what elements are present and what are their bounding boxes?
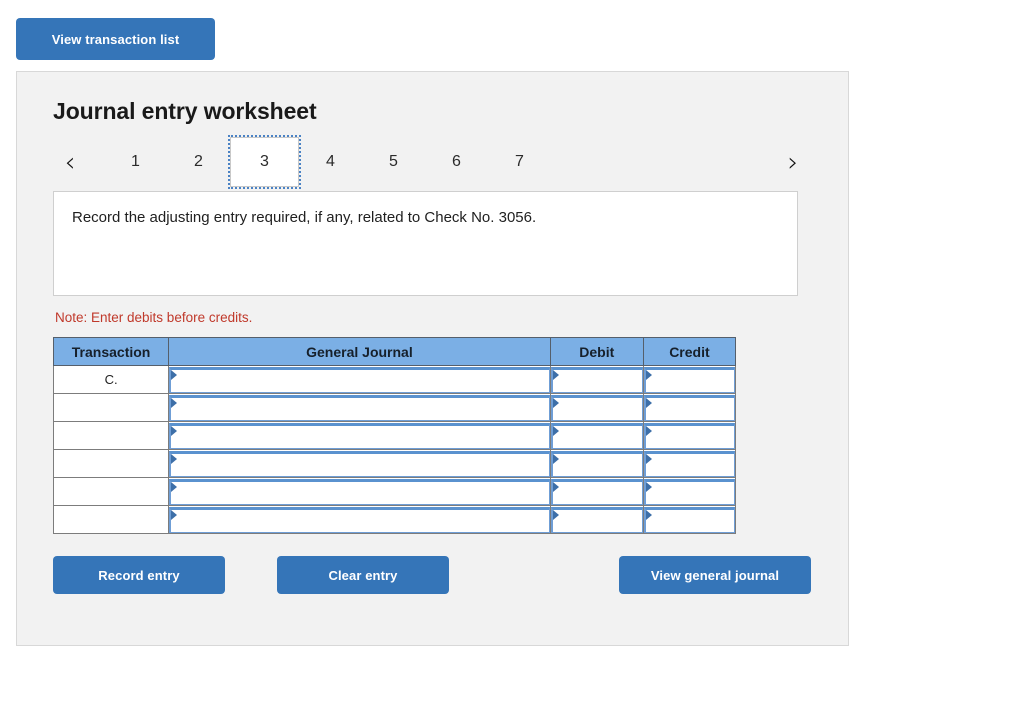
debit-cell[interactable] bbox=[549, 365, 644, 394]
general-journal-input[interactable] bbox=[169, 478, 550, 505]
record-entry-button[interactable]: Record entry bbox=[53, 556, 225, 594]
chevron-left-icon[interactable]: ‹ bbox=[53, 140, 87, 184]
debit-cell[interactable] bbox=[549, 421, 644, 450]
transaction-label: C. bbox=[52, 365, 170, 394]
transaction-label bbox=[52, 449, 170, 478]
table-row bbox=[52, 477, 737, 506]
card-content: Journal entry worksheet ‹ 1 2 3 4 5 6 7 … bbox=[17, 72, 848, 594]
general-journal-input[interactable] bbox=[169, 450, 550, 477]
table-row bbox=[52, 421, 737, 450]
transaction-label bbox=[52, 477, 170, 506]
debit-cell[interactable] bbox=[549, 393, 644, 422]
debit-input[interactable] bbox=[550, 478, 643, 505]
debit-cell[interactable] bbox=[549, 449, 644, 478]
pager-page-5[interactable]: 5 bbox=[362, 140, 425, 184]
clear-entry-button[interactable]: Clear entry bbox=[277, 556, 449, 594]
debit-input[interactable] bbox=[550, 506, 643, 533]
top-bar: View transaction list bbox=[0, 0, 1020, 60]
credit-cell[interactable] bbox=[642, 365, 737, 394]
credit-cell[interactable] bbox=[642, 449, 737, 478]
credit-input[interactable] bbox=[643, 450, 735, 477]
credit-cell[interactable] bbox=[642, 421, 737, 450]
credit-input[interactable] bbox=[643, 366, 735, 393]
general-journal-cell[interactable] bbox=[168, 393, 551, 422]
general-journal-input[interactable] bbox=[169, 394, 550, 421]
general-journal-input[interactable] bbox=[169, 422, 550, 449]
column-header-transaction: Transaction bbox=[52, 337, 170, 366]
credit-cell[interactable] bbox=[642, 505, 737, 534]
pager-page-7[interactable]: 7 bbox=[488, 140, 551, 184]
page-title: Journal entry worksheet bbox=[53, 98, 317, 124]
credit-input[interactable] bbox=[643, 422, 735, 449]
action-button-bar: Record entry Clear entry View general jo… bbox=[53, 556, 811, 594]
table-row bbox=[52, 393, 737, 422]
table-row bbox=[52, 449, 737, 478]
general-journal-cell[interactable] bbox=[168, 505, 551, 534]
view-general-journal-button[interactable]: View general journal bbox=[619, 556, 811, 594]
transaction-label bbox=[52, 421, 170, 450]
credit-cell[interactable] bbox=[642, 393, 737, 422]
credit-input[interactable] bbox=[643, 506, 735, 533]
credit-cell[interactable] bbox=[642, 477, 737, 506]
pager-page-6[interactable]: 6 bbox=[425, 140, 488, 184]
table-header-row: Transaction General Journal Debit Credit bbox=[52, 337, 737, 366]
chevron-right-icon[interactable]: › bbox=[776, 140, 810, 184]
general-journal-cell[interactable] bbox=[168, 449, 551, 478]
debit-input[interactable] bbox=[550, 366, 643, 393]
column-header-general-journal: General Journal bbox=[168, 337, 551, 366]
general-journal-cell[interactable] bbox=[168, 365, 551, 394]
prompt-text: Record the adjusting entry required, if … bbox=[53, 191, 798, 296]
table-row bbox=[52, 505, 737, 534]
general-journal-cell[interactable] bbox=[168, 421, 551, 450]
journal-entry-table: Transaction General Journal Debit Credit… bbox=[52, 337, 737, 534]
transaction-label bbox=[52, 505, 170, 534]
general-journal-input[interactable] bbox=[169, 366, 550, 393]
pager-page-1[interactable]: 1 bbox=[104, 140, 167, 184]
credit-input[interactable] bbox=[643, 478, 735, 505]
debits-before-credits-note: Note: Enter debits before credits. bbox=[55, 310, 253, 325]
credit-input[interactable] bbox=[643, 394, 735, 421]
pager-number-list: 1 2 3 4 5 6 7 bbox=[104, 135, 551, 189]
journal-entry-card: Journal entry worksheet ‹ 1 2 3 4 5 6 7 … bbox=[16, 71, 849, 646]
column-header-credit: Credit bbox=[642, 337, 737, 366]
column-header-debit: Debit bbox=[549, 337, 644, 366]
general-journal-cell[interactable] bbox=[168, 477, 551, 506]
debit-cell[interactable] bbox=[549, 505, 644, 534]
debit-input[interactable] bbox=[550, 422, 643, 449]
pager-page-2[interactable]: 2 bbox=[167, 140, 230, 184]
pager-page-4[interactable]: 4 bbox=[299, 140, 362, 184]
debit-cell[interactable] bbox=[549, 477, 644, 506]
view-transaction-list-button[interactable]: View transaction list bbox=[16, 18, 215, 60]
debit-input[interactable] bbox=[550, 450, 643, 477]
debit-input[interactable] bbox=[550, 394, 643, 421]
table-row: C. bbox=[52, 365, 737, 394]
general-journal-input[interactable] bbox=[169, 506, 550, 533]
pager-page-3[interactable]: 3 bbox=[228, 135, 301, 189]
transaction-label bbox=[52, 393, 170, 422]
worksheet-pager: ‹ 1 2 3 4 5 6 7 › bbox=[53, 135, 814, 189]
